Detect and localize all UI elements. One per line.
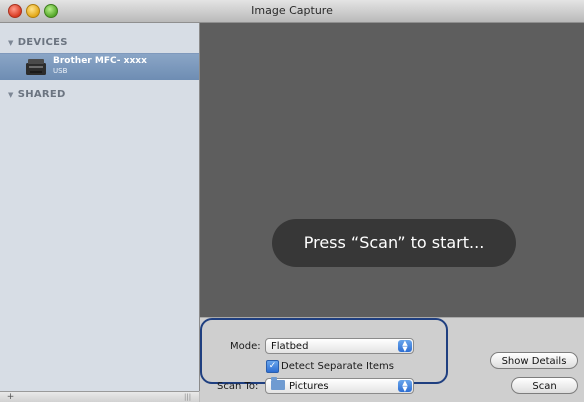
window-title: Image Capture	[251, 4, 333, 17]
mode-label: Mode:	[230, 341, 261, 352]
sidebar: ▼ DEVICES Brother MFC- xxxx USB ▼ SHARED	[0, 23, 200, 391]
image-capture-window: Image Capture ▼ DEVICES Brother MFC- xxxx…	[0, 0, 584, 402]
mode-value: Flatbed	[271, 341, 309, 352]
title-bar[interactable]: Image Capture	[0, 0, 584, 23]
scan-to-value: Pictures	[289, 381, 329, 392]
scan-to-label: Scan To:	[217, 381, 259, 392]
show-details-button[interactable]: Show Details	[490, 352, 578, 369]
scan-preview-area: Press “Scan” to start...	[200, 23, 584, 317]
select-arrows-icon: ▲ ▼	[398, 340, 412, 353]
select-arrows-icon: ▲ ▼	[398, 380, 412, 393]
device-connection: USB	[53, 67, 68, 75]
resize-grip-icon[interactable]: |||	[184, 393, 191, 401]
device-name: Brother MFC- xxxx	[53, 56, 147, 66]
disclosure-triangle-icon: ▼	[8, 91, 14, 99]
sidebar-item-device[interactable]: Brother MFC- xxxx USB	[0, 53, 199, 80]
printer-icon	[26, 59, 46, 75]
mode-select[interactable]: Flatbed ▲ ▼	[265, 338, 414, 354]
scan-to-select[interactable]: Pictures ▲ ▼	[265, 377, 414, 394]
shared-header[interactable]: ▼ SHARED	[8, 89, 66, 100]
add-icon[interactable]: +	[6, 393, 15, 402]
sidebar-toolbar: + |||	[0, 391, 199, 402]
scan-button[interactable]: Scan	[511, 377, 578, 394]
detect-separate-label: Detect Separate Items	[281, 361, 394, 372]
devices-header[interactable]: ▼ DEVICES	[8, 37, 68, 48]
detect-separate-checkbox[interactable]: ✓	[266, 360, 279, 373]
scan-controls: Mode: Flatbed ▲ ▼ ✓ Detect Separate Items…	[200, 317, 584, 402]
press-scan-hud: Press “Scan” to start...	[272, 219, 516, 267]
disclosure-triangle-icon: ▼	[8, 39, 14, 47]
folder-icon	[271, 377, 285, 390]
